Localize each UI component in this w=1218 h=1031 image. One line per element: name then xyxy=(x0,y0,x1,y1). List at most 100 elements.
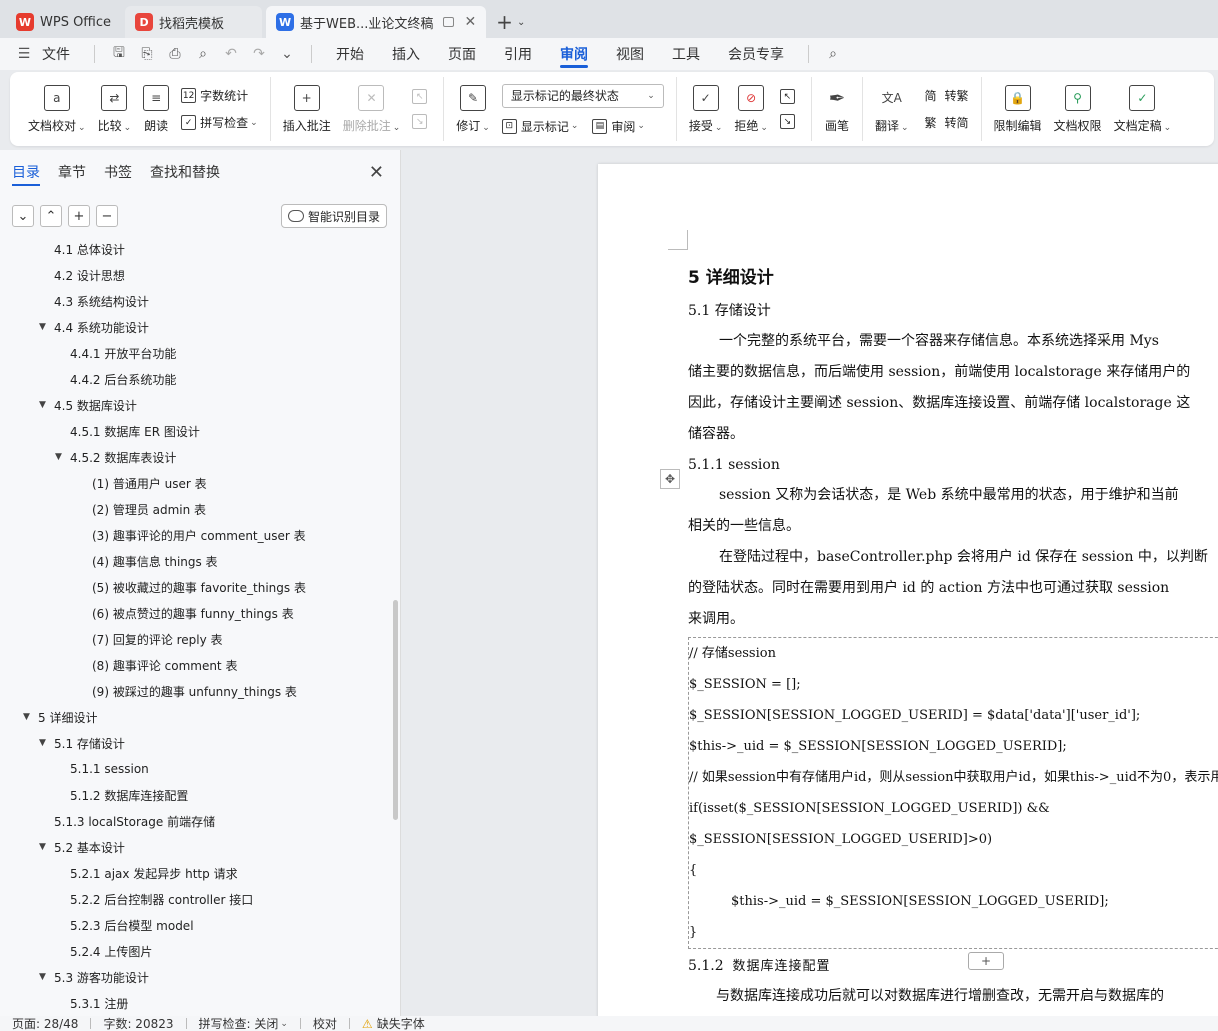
menu-insert[interactable]: 插入 xyxy=(378,38,434,70)
toc-item[interactable]: 4.5.1 数据库 ER 图设计 xyxy=(0,418,395,444)
new-tab-button[interactable]: + ⌄ xyxy=(490,6,531,38)
expand-all-icon[interactable]: ⌄ xyxy=(12,205,34,227)
toc-item[interactable]: ▼ 5 详细设计 xyxy=(0,704,395,730)
prev-change-button[interactable]: ↖ xyxy=(779,89,799,104)
next-comment-button[interactable]: ↘ xyxy=(412,114,431,129)
tab-bookmarks[interactable]: 书签 xyxy=(104,150,132,194)
more-chevron-icon[interactable]: ⌄ xyxy=(275,42,299,66)
collapse-all-icon[interactable]: ⌃ xyxy=(40,205,62,227)
toc-item[interactable]: (3) 趣事评论的用户 comment_user 表 xyxy=(0,522,395,548)
remove-heading-icon[interactable]: − xyxy=(96,205,118,227)
menu-page[interactable]: 页面 xyxy=(434,38,490,70)
menu-review[interactable]: 审阅 xyxy=(546,38,602,70)
expand-arrow-icon[interactable]: ▼ xyxy=(39,738,46,748)
toc-item[interactable]: 4.4.1 开放平台功能 xyxy=(0,340,395,366)
expand-arrow-icon[interactable]: ▼ xyxy=(39,972,46,982)
menu-references[interactable]: 引用 xyxy=(490,38,546,70)
to-simplified-button[interactable]: 繁转简 xyxy=(921,114,969,131)
accept-button[interactable]: ✓ 接受 ⌄ xyxy=(683,77,729,141)
hamburger-icon[interactable]: ☰ xyxy=(12,42,36,66)
expand-arrow-icon[interactable]: ▼ xyxy=(55,452,62,462)
restrict-edit-button[interactable]: 🔒 限制编辑 xyxy=(988,77,1048,141)
toc-item[interactable]: 4.3 系统结构设计 xyxy=(0,288,395,314)
toc-item[interactable]: 5.1.3 localStorage 前端存储 xyxy=(0,808,395,834)
tab-document[interactable]: W 基于WEB...业论文终稿 ✕ xyxy=(266,6,487,38)
toc-item[interactable]: 5.1.1 session xyxy=(0,756,395,782)
page-indicator[interactable]: 页面: 28/48 xyxy=(0,1015,90,1031)
toc-item[interactable]: 4.1 总体设计 xyxy=(0,236,395,262)
toc-item[interactable]: ▼ 4.5.2 数据库表设计 xyxy=(0,444,395,470)
code-table[interactable]: // 存储session $_SESSION = []; $_SESSION[S… xyxy=(688,637,1218,949)
table-move-handle-icon[interactable]: ✥ xyxy=(660,469,680,489)
document-page[interactable]: 5 详细设计 5.1 存储设计 一个完整的系统平台，需要一个容器来存储信息。本系… xyxy=(598,164,1218,1016)
toc-item[interactable]: 4.4.2 后台系统功能 xyxy=(0,366,395,392)
toc-item[interactable]: ▼ 5.3 游客功能设计 xyxy=(0,964,395,990)
translate-button[interactable]: 文A 翻译 ⌄ xyxy=(869,77,915,141)
revise-button[interactable]: ✎ 修订 ⌄ xyxy=(450,77,496,141)
toc-item[interactable]: ▼ 4.5 数据库设计 xyxy=(0,392,395,418)
document-body[interactable]: 5 详细设计 5.1 存储设计 一个完整的系统平台，需要一个容器来存储信息。本系… xyxy=(688,260,1218,1012)
read-aloud-button[interactable]: ≡ 朗读 xyxy=(137,77,175,141)
toc-item[interactable]: (7) 回复的评论 reply 表 xyxy=(0,626,395,652)
toc-item[interactable]: 5.2.3 后台模型 model xyxy=(0,912,395,938)
add-heading-icon[interactable]: + xyxy=(68,205,90,227)
compare-button[interactable]: ⇄ 比较 ⌄ xyxy=(92,77,138,141)
delete-comment-button[interactable]: ✕ 删除批注 ⌄ xyxy=(337,77,407,141)
menu-home[interactable]: 开始 xyxy=(322,38,378,70)
toc-item[interactable]: (5) 被收藏过的趣事 favorite_things 表 xyxy=(0,574,395,600)
close-icon[interactable]: ✕ xyxy=(369,162,384,183)
show-markup-button[interactable]: ⊡ 显示标记 ⌄ xyxy=(501,118,578,135)
print-preview-icon[interactable]: ⌕ xyxy=(191,42,215,66)
print-icon[interactable]: ⎙ xyxy=(163,42,187,66)
tab-sections[interactable]: 章节 xyxy=(58,150,86,194)
doc-permission-button[interactable]: ⚲ 文档权限 xyxy=(1048,77,1108,141)
toc-item[interactable]: (1) 普通用户 user 表 xyxy=(0,470,395,496)
toc-item[interactable]: 5.2.2 后台控制器 controller 接口 xyxy=(0,886,395,912)
proof-indicator[interactable]: 校对 xyxy=(301,1015,349,1031)
markup-state-select[interactable]: 显示标记的最终状态 ⌄ xyxy=(501,83,664,108)
reject-button[interactable]: ⊘ 拒绝 ⌄ xyxy=(728,77,774,141)
menu-tools[interactable]: 工具 xyxy=(658,38,714,70)
add-row-button[interactable]: + xyxy=(968,952,1004,970)
search-icon[interactable]: ⌕ xyxy=(821,42,845,66)
doc-check-button[interactable]: a 文档校对 ⌄ xyxy=(22,77,92,141)
expand-arrow-icon[interactable]: ▼ xyxy=(23,712,30,722)
toc-item[interactable]: (4) 趣事信息 things 表 xyxy=(0,548,395,574)
word-count-button[interactable]: 12 字数统计 xyxy=(181,87,258,104)
undo-icon[interactable]: ↶ xyxy=(219,42,243,66)
menu-member[interactable]: 会员专享 xyxy=(714,38,798,70)
toc-item[interactable]: ▼ 5.2 基本设计 xyxy=(0,834,395,860)
share-icon[interactable]: ⎘ xyxy=(135,42,159,66)
menu-view[interactable]: 视图 xyxy=(602,38,658,70)
file-menu[interactable]: 文件 xyxy=(38,38,84,70)
toc-item[interactable]: 5.2.4 上传图片 xyxy=(0,938,395,964)
toc-item[interactable]: 5.3.1 注册 xyxy=(0,990,395,1016)
expand-arrow-icon[interactable]: ▼ xyxy=(39,400,46,410)
missing-font-indicator[interactable]: ⚠ 缺失字体 xyxy=(350,1015,437,1031)
toc-item[interactable]: (2) 管理员 admin 表 xyxy=(0,496,395,522)
toc-item[interactable]: 5.1.2 数据库连接配置 xyxy=(0,782,395,808)
pen-button[interactable]: ✒ 画笔 xyxy=(818,77,856,141)
toc-item[interactable]: ▼ 5.1 存储设计 xyxy=(0,730,395,756)
spell-check-button[interactable]: ✓ 拼写检查 ⌄ xyxy=(181,114,258,131)
redo-icon[interactable]: ↷ xyxy=(247,42,271,66)
window-mode-icon[interactable] xyxy=(443,17,455,27)
to-traditional-button[interactable]: 简转繁 xyxy=(921,87,969,104)
toc-item[interactable]: (8) 趣事评论 comment 表 xyxy=(0,652,395,678)
toc-item[interactable]: (6) 被点赞过的趣事 funny_things 表 xyxy=(0,600,395,626)
expand-arrow-icon[interactable]: ▼ xyxy=(39,322,46,332)
smart-toc-button[interactable]: 智能识别目录 xyxy=(280,204,387,228)
word-count-indicator[interactable]: 字数: 20823 xyxy=(91,1015,185,1031)
toc-item[interactable]: (9) 被踩过的趣事 unfunny_things 表 xyxy=(0,678,395,704)
tab-docer-template[interactable]: D 找稻壳模板 xyxy=(125,6,263,38)
tab-wps-office[interactable]: W WPS Office xyxy=(6,6,121,38)
toc-item[interactable]: ▼ 4.4 系统功能设计 xyxy=(0,314,395,340)
tab-toc[interactable]: 目录 xyxy=(12,150,40,194)
prev-comment-button[interactable]: ↖ xyxy=(412,89,431,104)
spell-check-indicator[interactable]: 拼写检查: 关闭 ⌄ xyxy=(187,1015,300,1031)
toc-item[interactable]: 5.2.1 ajax 发起异步 http 请求 xyxy=(0,860,395,886)
expand-arrow-icon[interactable]: ▼ xyxy=(39,842,46,852)
toc-scrollbar[interactable] xyxy=(393,600,398,820)
insert-comment-button[interactable]: + 插入批注 xyxy=(277,77,337,141)
doc-finalize-button[interactable]: ✓ 文档定稿 ⌄ xyxy=(1108,77,1178,141)
